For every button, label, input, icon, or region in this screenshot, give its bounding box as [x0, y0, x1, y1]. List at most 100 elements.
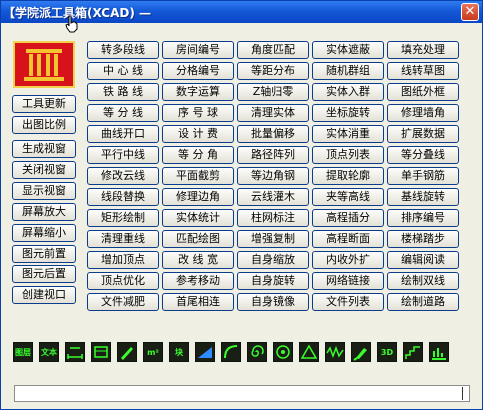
command-button-r9-c2[interactable]: 实体统计 — [162, 209, 234, 227]
command-button-r10-c2[interactable]: 匹配绘图 — [162, 230, 234, 248]
command-button-r2-c4[interactable]: 随机群组 — [312, 62, 384, 80]
command-button-r7-c1[interactable]: 修改云线 — [87, 167, 159, 185]
close-viewport-button[interactable]: 关闭视窗 — [12, 161, 76, 179]
command-button-r1-c3[interactable]: 角度匹配 — [237, 41, 309, 59]
layer-tool-icon[interactable]: 图层 — [13, 342, 33, 362]
command-button-r4-c2[interactable]: 序 号 球 — [162, 104, 234, 122]
brush-tool-icon[interactable] — [351, 342, 371, 362]
app-logo — [13, 41, 75, 88]
create-viewport-button[interactable]: 生成视窗 — [12, 140, 76, 158]
command-button-r9-c5[interactable]: 排序编号 — [387, 209, 459, 227]
stair-tool-icon[interactable] — [403, 342, 423, 362]
command-button-r6-c4[interactable]: 顶点列表 — [312, 146, 384, 164]
command-button-r1-c4[interactable]: 实体遮蔽 — [312, 41, 384, 59]
command-button-r12-c2[interactable]: 参考移动 — [162, 272, 234, 290]
command-button-r8-c4[interactable]: 夹等高线 — [312, 188, 384, 206]
area-tool-icon[interactable]: m² — [143, 342, 163, 362]
command-button-r7-c3[interactable]: 等边角钢 — [237, 167, 309, 185]
command-button-r11-c4[interactable]: 内收外扩 — [312, 251, 384, 269]
send-back-button[interactable]: 图元后置 — [12, 265, 76, 283]
hand-cursor-icon — [65, 15, 78, 33]
circle-tool-icon[interactable] — [273, 342, 293, 362]
command-button-r2-c5[interactable]: 线转草图 — [387, 62, 459, 80]
block-tool-icon[interactable]: 块 — [169, 342, 189, 362]
command-button-r5-c1[interactable]: 曲线开口 — [87, 125, 159, 143]
command-button-r5-c4[interactable]: 实体消重 — [312, 125, 384, 143]
curve-tool-icon[interactable] — [221, 342, 241, 362]
command-button-r12-c3[interactable]: 自身旋转 — [237, 272, 309, 290]
command-button-r12-c4[interactable]: 网络链接 — [312, 272, 384, 290]
window-tool-icon[interactable] — [91, 342, 111, 362]
zoom-out-button[interactable]: 屏幕缩小 — [12, 224, 76, 242]
chart-tool-icon[interactable] — [429, 342, 449, 362]
tool-update-button[interactable]: 工具更新 — [12, 95, 76, 113]
command-button-r10-c1[interactable]: 清理重线 — [87, 230, 159, 248]
command-button-r1-c1[interactable]: 转多段线 — [87, 41, 159, 59]
command-button-r3-c4[interactable]: 实体入群 — [312, 83, 384, 101]
command-button-r12-c1[interactable]: 顶点优化 — [87, 272, 159, 290]
command-button-r11-c2[interactable]: 改 线 宽 — [162, 251, 234, 269]
command-button-r4-c4[interactable]: 坐标旋转 — [312, 104, 384, 122]
command-button-r7-c4[interactable]: 提取轮廓 — [312, 167, 384, 185]
command-button-r8-c3[interactable]: 云线灌木 — [237, 188, 309, 206]
command-button-r9-c3[interactable]: 柱网标注 — [237, 209, 309, 227]
icon-toolbar: 图层 文本 m² 块 3D — [13, 341, 469, 363]
command-button-r6-c1[interactable]: 平行中线 — [87, 146, 159, 164]
command-button-r2-c2[interactable]: 分格编号 — [162, 62, 234, 80]
command-button-r3-c1[interactable]: 铁 路 线 — [87, 83, 159, 101]
command-button-r13-c1[interactable]: 文件减肥 — [87, 293, 159, 311]
command-button-r8-c1[interactable]: 线段替换 — [87, 188, 159, 206]
command-button-r9-c4[interactable]: 高程插分 — [312, 209, 384, 227]
command-button-r11-c5[interactable]: 编辑阅读 — [387, 251, 459, 269]
command-button-r13-c3[interactable]: 自身镜像 — [237, 293, 309, 311]
close-button[interactable]: ✕ — [461, 3, 479, 21]
command-button-r10-c4[interactable]: 高程断面 — [312, 230, 384, 248]
command-button-r1-c2[interactable]: 房间编号 — [162, 41, 234, 59]
command-button-r12-c5[interactable]: 绘制双线 — [387, 272, 459, 290]
command-button-r9-c1[interactable]: 矩形绘制 — [87, 209, 159, 227]
create-viewport-tab-button[interactable]: 创建视口 — [12, 286, 76, 304]
command-button-r11-c1[interactable]: 增加顶点 — [87, 251, 159, 269]
bring-front-button[interactable]: 图元前置 — [12, 245, 76, 263]
command-button-r3-c5[interactable]: 图纸外框 — [387, 83, 459, 101]
command-button-r5-c5[interactable]: 扩展数据 — [387, 125, 459, 143]
command-button-r3-c2[interactable]: 数字运算 — [162, 83, 234, 101]
command-button-r6-c5[interactable]: 等分叠线 — [387, 146, 459, 164]
show-viewport-button[interactable]: 显示视窗 — [12, 182, 76, 200]
zoom-in-button[interactable]: 屏幕放大 — [12, 203, 76, 221]
command-button-r7-c5[interactable]: 单手钢筋 — [387, 167, 459, 185]
text-tool-label: 文本 — [41, 347, 57, 357]
command-line-field[interactable] — [14, 385, 470, 402]
command-button-r8-c5[interactable]: 基线旋转 — [387, 188, 459, 206]
wave-tool-icon[interactable] — [325, 342, 345, 362]
3d-tool-icon[interactable]: 3D — [377, 342, 397, 362]
text-tool-icon[interactable]: 文本 — [39, 342, 59, 362]
command-button-r5-c2[interactable]: 设 计 费 — [162, 125, 234, 143]
command-button-r2-c1[interactable]: 中 心 线 — [87, 62, 159, 80]
command-button-r10-c3[interactable]: 增强复制 — [237, 230, 309, 248]
block-tool-label: 块 — [175, 347, 183, 357]
command-button-r2-c3[interactable]: 等距分布 — [237, 62, 309, 80]
command-button-r4-c1[interactable]: 等 分 线 — [87, 104, 159, 122]
command-button-r6-c3[interactable]: 路径阵列 — [237, 146, 309, 164]
command-button-r4-c5[interactable]: 修理墙角 — [387, 104, 459, 122]
plot-scale-button[interactable]: 出图比例 — [12, 116, 76, 134]
dimension-tool-icon[interactable] — [65, 342, 85, 362]
command-button-r11-c3[interactable]: 自身缩放 — [237, 251, 309, 269]
command-button-r4-c3[interactable]: 清理实体 — [237, 104, 309, 122]
command-button-r3-c3[interactable]: Z轴归零 — [237, 83, 309, 101]
command-button-r10-c5[interactable]: 楼梯踏步 — [387, 230, 459, 248]
slope-tool-icon[interactable] — [195, 342, 215, 362]
triangle-tool-icon[interactable] — [299, 342, 319, 362]
command-button-r1-c5[interactable]: 填充处理 — [387, 41, 459, 59]
command-button-r6-c2[interactable]: 等 分 角 — [162, 146, 234, 164]
spiral-tool-icon[interactable] — [247, 342, 267, 362]
command-button-r13-c5[interactable]: 绘制道路 — [387, 293, 459, 311]
command-button-r8-c2[interactable]: 修理边角 — [162, 188, 234, 206]
pen-tool-icon[interactable] — [117, 342, 137, 362]
command-button-r13-c2[interactable]: 首尾相连 — [162, 293, 234, 311]
command-button-r5-c3[interactable]: 批量偏移 — [237, 125, 309, 143]
command-button-r13-c4[interactable]: 文件列表 — [312, 293, 384, 311]
close-icon: ✕ — [464, 4, 476, 19]
command-button-r7-c2[interactable]: 平面截剪 — [162, 167, 234, 185]
